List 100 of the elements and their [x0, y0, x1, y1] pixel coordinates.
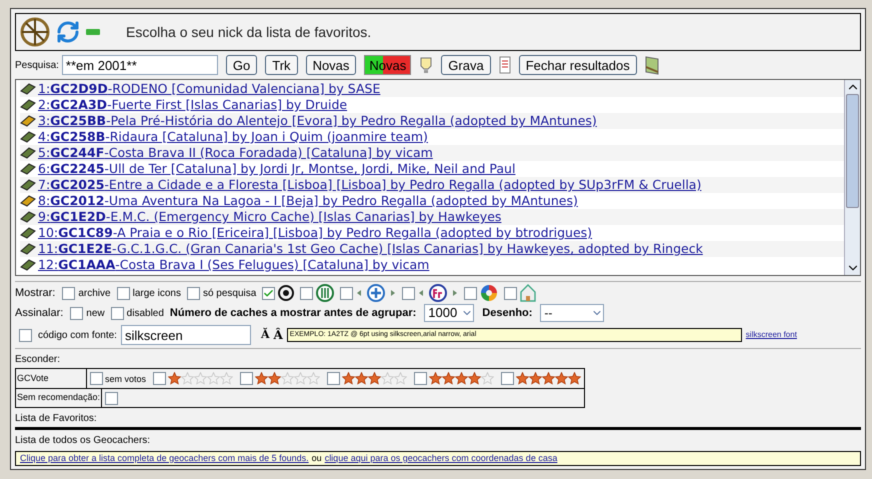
checkbox[interactable]: [62, 286, 76, 300]
checkbox[interactable]: [327, 372, 340, 385]
scrollbar[interactable]: [844, 80, 860, 275]
cache-container-icon: [20, 211, 36, 223]
cache-link[interactable]: 10:GC1C89-A Praia e o Rio [Ericeira] [Lisboa] by Pedro Regalla (adopted by btrodrigues): [38, 225, 592, 241]
lamp-icon[interactable]: [419, 56, 434, 74]
search-label: Pesquisa:: [15, 58, 59, 72]
option-label: archive: [78, 286, 111, 300]
option-label: sem votos: [104, 373, 146, 386]
toolbar-button[interactable]: Grava: [441, 55, 491, 75]
cache-container-icon: [20, 227, 36, 239]
checkbox[interactable]: [70, 306, 84, 320]
show-label: Mostrar:: [15, 286, 56, 301]
geocachers-link[interactable]: Clique para obter a lista completa de geocachers com mais de 5 founds.: [20, 452, 309, 466]
favorites-title: Lista de Favoritos:: [15, 412, 98, 426]
checkbox[interactable]: [402, 286, 416, 300]
count-label: Número de caches a mostrar antes de agrupar:: [170, 306, 416, 321]
toolbar-button[interactable]: Fechar resultados: [518, 55, 637, 75]
toolbar-button[interactable]: Trk: [265, 55, 298, 75]
checkbox[interactable]: [340, 286, 354, 300]
geocachers-title: Lista de todos os Geocachers:: [15, 434, 152, 448]
checkbox[interactable]: [110, 306, 124, 320]
empty-star-icon: [220, 372, 233, 385]
filled-star-icon: [268, 372, 281, 385]
hide-row-label: Sem recomendação:: [16, 389, 102, 407]
cache-link[interactable]: 6:GC2245-Ull de Ter [Cataluna] by Jordi Jr, Montse, Jordi, Mike, Neil and Paul: [38, 161, 516, 177]
font-smaller-button[interactable]: Ă: [260, 326, 270, 344]
header-title: Escolha o seu nick da lista de favoritos.: [126, 22, 372, 42]
cache-container-icon: [20, 163, 36, 175]
cache-link[interactable]: 8:GC2012-Uma Aventura Na Lagoa - I [Beja] by Pedro Regalla (adopted by MAntunes): [38, 193, 578, 209]
checkbox[interactable]: [90, 372, 103, 385]
empty-star-icon: [207, 372, 220, 385]
checkbox[interactable]: [240, 372, 253, 385]
cache-container-icon: [20, 131, 36, 143]
option-label: new: [86, 306, 105, 320]
checkbox[interactable]: [153, 372, 166, 385]
drawing-label: Desenho:: [482, 306, 532, 321]
cache-link[interactable]: 12:GC1AAA-Costa Brava I (Ses Felugues) [Cataluna] by vicam: [38, 257, 430, 273]
filled-star-icon: [529, 372, 542, 385]
filled-star-icon: [342, 372, 355, 385]
filled-star-icon: [368, 372, 381, 385]
cache-container-icon: [20, 243, 36, 255]
filled-star-icon: [355, 372, 368, 385]
cache-container-icon: [20, 195, 36, 207]
checkbox[interactable]: [501, 372, 514, 385]
empty-star-icon: [194, 372, 207, 385]
filled-star-icon: [255, 372, 268, 385]
filled-star-icon: [555, 372, 568, 385]
font-larger-button[interactable]: Â: [273, 326, 283, 344]
arrows-plus-icon: [356, 283, 396, 303]
hide-row-label: GCVote: [16, 369, 87, 388]
drawing-select[interactable]: --: [540, 304, 604, 322]
option-label: disabled: [126, 306, 164, 320]
filled-star-icon: [516, 372, 529, 385]
map-icon[interactable]: [644, 55, 659, 75]
house-icon: [520, 284, 536, 302]
checkbox[interactable]: [300, 286, 314, 300]
checkbox[interactable]: [186, 286, 200, 300]
cache-container-icon: [20, 147, 36, 159]
refresh-icon[interactable]: [56, 20, 80, 44]
option-label: large icons: [132, 286, 181, 300]
empty-star-icon: [307, 372, 320, 385]
cache-link[interactable]: 2:GC2A3D-Fuerte First [Islas Canarias] by Druide: [38, 97, 348, 113]
cache-link[interactable]: 4:GC258B-Ridaura [Cataluna] by Joan i Quim (joanmire team): [38, 129, 428, 145]
filled-star-icon: [442, 372, 455, 385]
filled-star-icon: [542, 372, 555, 385]
toolbar-button[interactable]: Go: [226, 55, 258, 75]
pinwheel-icon: [480, 284, 498, 302]
empty-star-icon: [394, 372, 407, 385]
count-select[interactable]: 1000: [424, 304, 474, 322]
mark-label: Assinalar:: [15, 306, 64, 321]
checkbox[interactable]: [464, 286, 478, 300]
font-field[interactable]: silkscreen: [120, 325, 251, 345]
filled-star-icon: [429, 372, 442, 385]
target-icon: [278, 285, 294, 301]
toolbar-button[interactable]: Novas: [306, 55, 356, 75]
checkbox[interactable]: [504, 286, 518, 300]
empty-star-icon: [294, 372, 307, 385]
font-label: código com fonte:: [38, 328, 117, 342]
cache-container-icon: [20, 259, 36, 271]
font-link[interactable]: silkscreen font: [746, 329, 797, 341]
home-coords-link[interactable]: clique aqui para os geocachers com coordenadas de casa: [324, 452, 558, 466]
checkbox[interactable]: [414, 372, 427, 385]
checkbox[interactable]: [19, 328, 32, 342]
filled-star-icon: [468, 372, 481, 385]
checkbox[interactable]: [262, 286, 276, 300]
separator-text: ou: [312, 452, 322, 465]
cache-container-icon: [20, 179, 36, 191]
filled-star-icon: [168, 372, 181, 385]
cache-container-icon: [20, 115, 36, 127]
cache-container-icon: [20, 99, 36, 111]
arrows-fr-icon: [418, 283, 458, 303]
filled-star-icon: [568, 372, 581, 385]
checkbox[interactable]: [105, 392, 118, 404]
search-field[interactable]: **em 2001**: [62, 55, 218, 75]
option-label: só pesquisa: [202, 286, 256, 300]
checkbox[interactable]: [116, 286, 130, 300]
notepad-icon[interactable]: [498, 56, 511, 74]
filled-star-icon: [455, 372, 468, 385]
cache-container-icon: [20, 83, 36, 95]
